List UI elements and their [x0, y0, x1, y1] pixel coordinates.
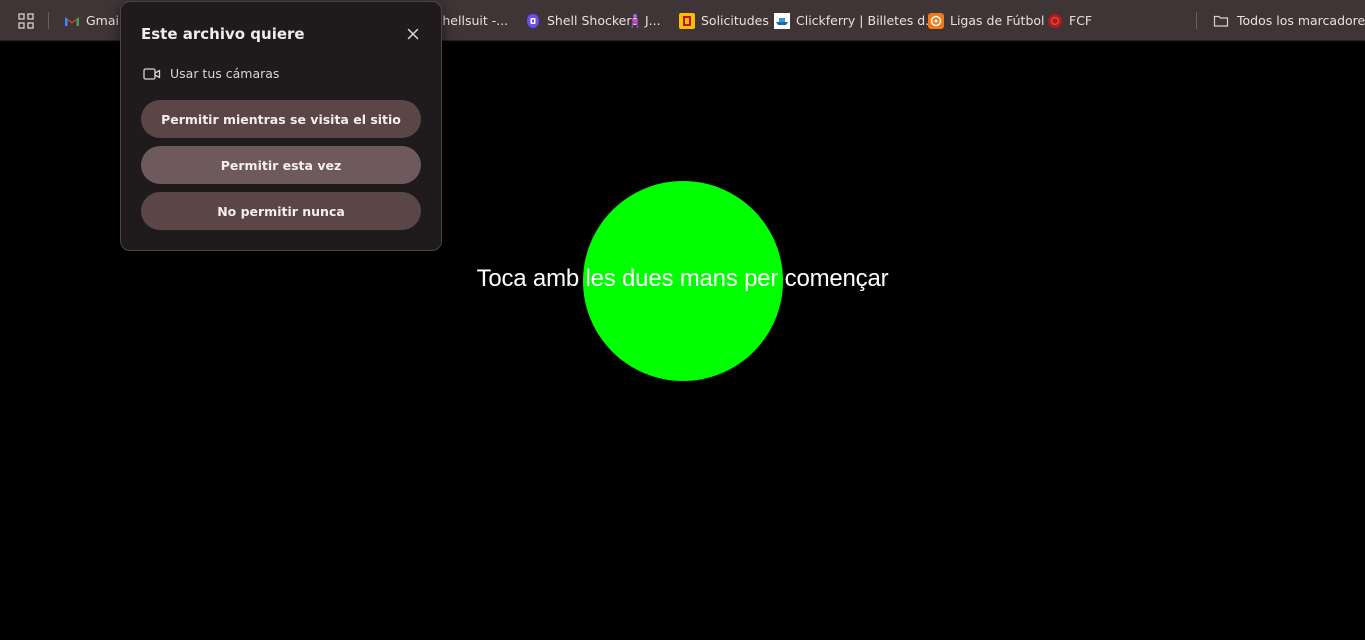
- bookmark-label: J...: [645, 13, 661, 28]
- permission-row: Usar tus cámaras: [143, 66, 279, 81]
- spain-gov-icon: [679, 12, 695, 29]
- bookmark-label: Ligas de Fútbol: [950, 13, 1045, 28]
- juggler-icon: [631, 13, 639, 28]
- bookmark-clickferry[interactable]: Clickferry | Billetes d...: [774, 0, 937, 41]
- camera-permission-dialog: Este archivo quiere Usar tus cámaras Per…: [120, 1, 442, 251]
- bookmark-label: Solicitudes: [701, 13, 769, 28]
- bookmark-label: FCF: [1069, 13, 1093, 28]
- bookmark-ligas[interactable]: Ligas de Fútbol: [928, 0, 1045, 41]
- gmail-icon: [65, 16, 79, 26]
- bookmarks-separator: [1196, 12, 1197, 29]
- bookmark-juggler[interactable]: J...: [629, 0, 661, 41]
- close-icon[interactable]: [403, 24, 423, 44]
- ligas-icon: [928, 12, 944, 29]
- video-camera-icon: [143, 67, 161, 80]
- folder-icon: [1213, 15, 1229, 27]
- bookmark-solicitudes[interactable]: Solicitudes: [679, 0, 769, 41]
- bookmark-label: Clickferry | Billetes d...: [796, 13, 938, 28]
- bookmark-shell-shockers[interactable]: Shell Shockers: [525, 0, 638, 41]
- allow-while-visiting-button[interactable]: Permitir mientras se visita el sitio: [141, 100, 421, 138]
- shell-shockers-icon: [527, 13, 539, 28]
- start-prompt: Toca amb les dues mans per començar: [476, 265, 889, 292]
- apps-grid-icon[interactable]: [18, 13, 34, 29]
- bookmark-label: Gmail: [86, 13, 123, 28]
- all-bookmarks-label: Todos los marcadores: [1237, 13, 1365, 28]
- bookmarks-separator: [48, 12, 49, 29]
- bookmark-gmail[interactable]: Gmail: [64, 0, 122, 41]
- clickferry-icon: [774, 12, 790, 29]
- never-allow-button[interactable]: No permitir nunca: [141, 192, 421, 230]
- allow-once-button[interactable]: Permitir esta vez: [141, 146, 421, 184]
- all-bookmarks-button[interactable]: Todos los marcadores: [1213, 0, 1365, 41]
- bookmark-fcf[interactable]: FCF: [1047, 0, 1092, 41]
- permission-label: Usar tus cámaras: [170, 66, 280, 81]
- bookmark-label: Shell Shockers: [547, 13, 638, 28]
- fcf-icon: [1048, 13, 1062, 28]
- dialog-title: Este archivo quiere: [141, 25, 305, 43]
